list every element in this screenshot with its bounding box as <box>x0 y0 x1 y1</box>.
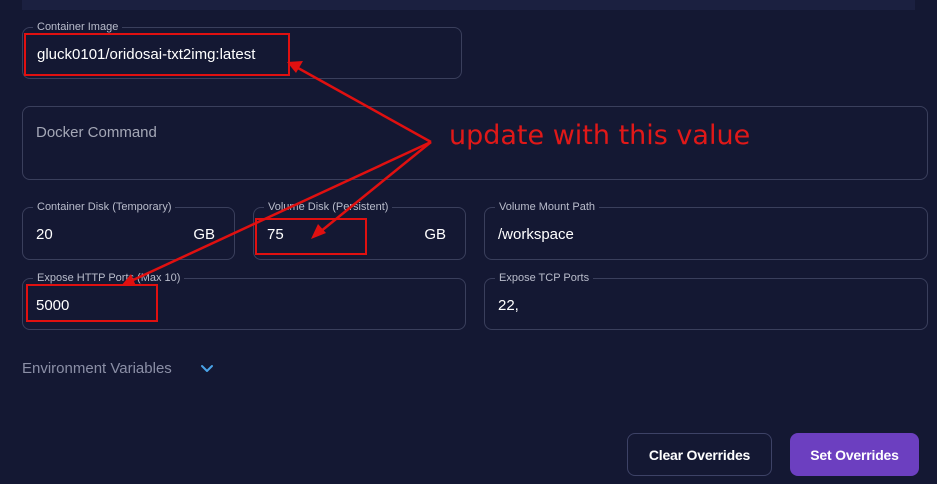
container-disk-value: 20 <box>36 226 53 243</box>
volume-mount-path-label: Volume Mount Path <box>495 200 600 214</box>
chevron-down-icon[interactable] <box>199 362 215 376</box>
set-overrides-button[interactable]: Set Overrides <box>790 433 919 476</box>
container-image-label: Container Image <box>33 20 123 34</box>
volume-mount-path-value: /workspace <box>498 226 574 243</box>
tcp-ports-label: Expose TCP Ports <box>495 271 594 285</box>
tcp-ports-value: 22, <box>498 297 519 314</box>
http-ports-label: Expose HTTP Ports (Max 10) <box>33 271 185 285</box>
annotation-text: update with this value <box>449 120 751 151</box>
container-disk-field[interactable]: Container Disk (Temporary) 20 GB <box>22 200 235 260</box>
environment-variables-toggle[interactable]: Environment Variables <box>22 360 172 377</box>
highlight-http-ports <box>26 284 158 322</box>
volume-disk-unit: GB <box>424 226 446 243</box>
tcp-ports-field[interactable]: Expose TCP Ports 22, <box>484 271 928 330</box>
clear-overrides-button[interactable]: Clear Overrides <box>627 433 772 476</box>
container-disk-label: Container Disk (Temporary) <box>33 200 176 214</box>
top-divider <box>0 0 937 10</box>
container-disk-unit: GB <box>193 226 215 243</box>
volume-mount-path-field[interactable]: Volume Mount Path /workspace <box>484 200 928 260</box>
overrides-panel: Container Image gluck0101/oridosai-txt2i… <box>0 0 937 484</box>
highlight-volume-disk <box>255 218 367 255</box>
volume-disk-label: Volume Disk (Persistent) <box>264 200 393 214</box>
highlight-container-image <box>24 33 290 76</box>
docker-command-placeholder: Docker Command <box>36 124 157 141</box>
